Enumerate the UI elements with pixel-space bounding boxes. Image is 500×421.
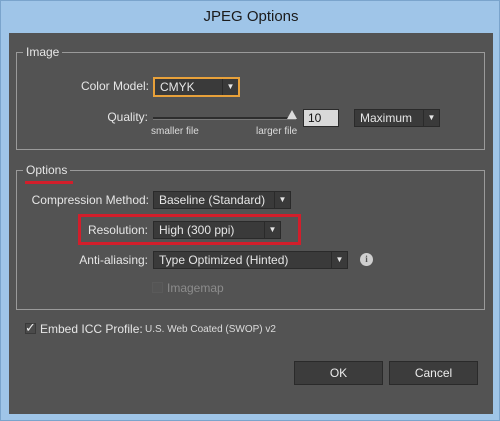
larger-file-label: larger file xyxy=(256,126,298,137)
color-model-dropdown[interactable]: CMYK ▼ xyxy=(154,78,239,96)
chevron-down-icon: ▼ xyxy=(423,110,439,126)
resolution-label: Resolution: xyxy=(87,223,148,237)
smaller-file-label: smaller file xyxy=(151,126,199,137)
ok-button[interactable]: OK xyxy=(294,361,383,385)
window-title: JPEG Options xyxy=(203,8,299,25)
compression-method-value: Baseline (Standard) xyxy=(159,193,266,207)
dialog-body: Image Color Model: CMYK ▼ Quality: small… xyxy=(9,33,493,414)
checkmark-icon: ✓ xyxy=(25,320,36,335)
icc-profile-name: U.S. Web Coated (SWOP) v2 xyxy=(145,324,276,335)
quality-preset-dropdown[interactable]: Maximum ▼ xyxy=(354,109,440,127)
quality-label: Quality: xyxy=(107,110,148,124)
resolution-value: High (300 ppi) xyxy=(159,223,235,237)
cancel-button[interactable]: Cancel xyxy=(389,361,478,385)
quality-slider-track[interactable] xyxy=(153,117,296,120)
options-group-legend: Options xyxy=(26,163,68,177)
imagemap-label: Imagemap xyxy=(167,281,224,295)
image-group-legend: Image xyxy=(26,45,60,59)
quality-value-input[interactable]: 10 xyxy=(303,109,339,127)
quality-preset-value: Maximum xyxy=(360,111,413,125)
chevron-down-icon: ▼ xyxy=(264,222,280,238)
embed-icc-label: Embed ICC Profile: xyxy=(40,322,143,336)
chevron-down-icon: ▼ xyxy=(331,252,347,268)
antialiasing-label: Anti-aliasing: xyxy=(79,253,148,267)
chevron-down-icon: ▼ xyxy=(274,192,290,208)
color-model-value: CMYK xyxy=(160,80,195,94)
antialiasing-dropdown[interactable]: Type Optimized (Hinted) ▼ xyxy=(153,251,348,269)
options-underline-annotation xyxy=(25,181,73,184)
image-group: Image xyxy=(16,45,485,150)
color-model-label: Color Model: xyxy=(80,79,149,93)
dialog-window: JPEG Options Image Color Model: CMYK ▼ Q… xyxy=(0,0,500,421)
quality-slider-thumb[interactable] xyxy=(287,110,297,119)
info-icon[interactable]: i xyxy=(360,253,373,266)
compression-method-label: Compression Method: xyxy=(31,193,149,207)
resolution-dropdown[interactable]: High (300 ppi) ▼ xyxy=(153,221,281,239)
antialiasing-value: Type Optimized (Hinted) xyxy=(159,253,289,267)
imagemap-checkbox[interactable] xyxy=(152,282,163,293)
chevron-down-icon: ▼ xyxy=(222,79,238,95)
compression-method-dropdown[interactable]: Baseline (Standard) ▼ xyxy=(153,191,291,209)
